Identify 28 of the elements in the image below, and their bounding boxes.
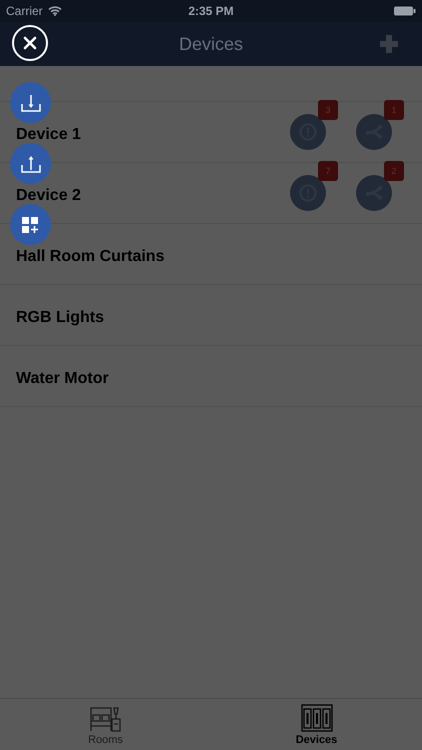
switch-panel-icon — [300, 704, 332, 732]
device-name: RGB Lights — [16, 309, 104, 327]
tab[interactable]: Rooms — [0, 699, 211, 750]
export-button[interactable] — [10, 143, 51, 184]
device-name: Hall Room Curtains — [16, 248, 164, 266]
alert-button[interactable] — [290, 175, 326, 211]
add-icon[interactable] — [380, 35, 398, 53]
add-widget-icon — [20, 216, 40, 234]
status-time: 2:35 PM — [188, 4, 234, 18]
add-widget-button[interactable] — [10, 204, 51, 245]
import-button[interactable] — [10, 82, 51, 123]
carrier-text: Carrier — [6, 4, 43, 18]
fan-button[interactable] — [356, 114, 392, 150]
wifi-icon — [48, 6, 62, 16]
device-name: Device 2 — [16, 187, 81, 205]
close-button[interactable] — [12, 25, 48, 61]
download-icon — [20, 94, 40, 112]
device-name: Device 1 — [16, 126, 81, 144]
fan-button[interactable] — [356, 175, 392, 211]
close-icon — [23, 36, 37, 50]
alert-button[interactable] — [290, 114, 326, 150]
tab[interactable]: Devices — [211, 699, 422, 750]
battery-icon — [394, 6, 416, 16]
device-row[interactable]: RGB Lights — [0, 285, 422, 346]
nav-title: Devices — [178, 34, 244, 54]
device-row[interactable]: Water Motor — [0, 346, 422, 407]
upload-icon — [20, 154, 40, 172]
device-name: Water Motor — [16, 370, 109, 388]
